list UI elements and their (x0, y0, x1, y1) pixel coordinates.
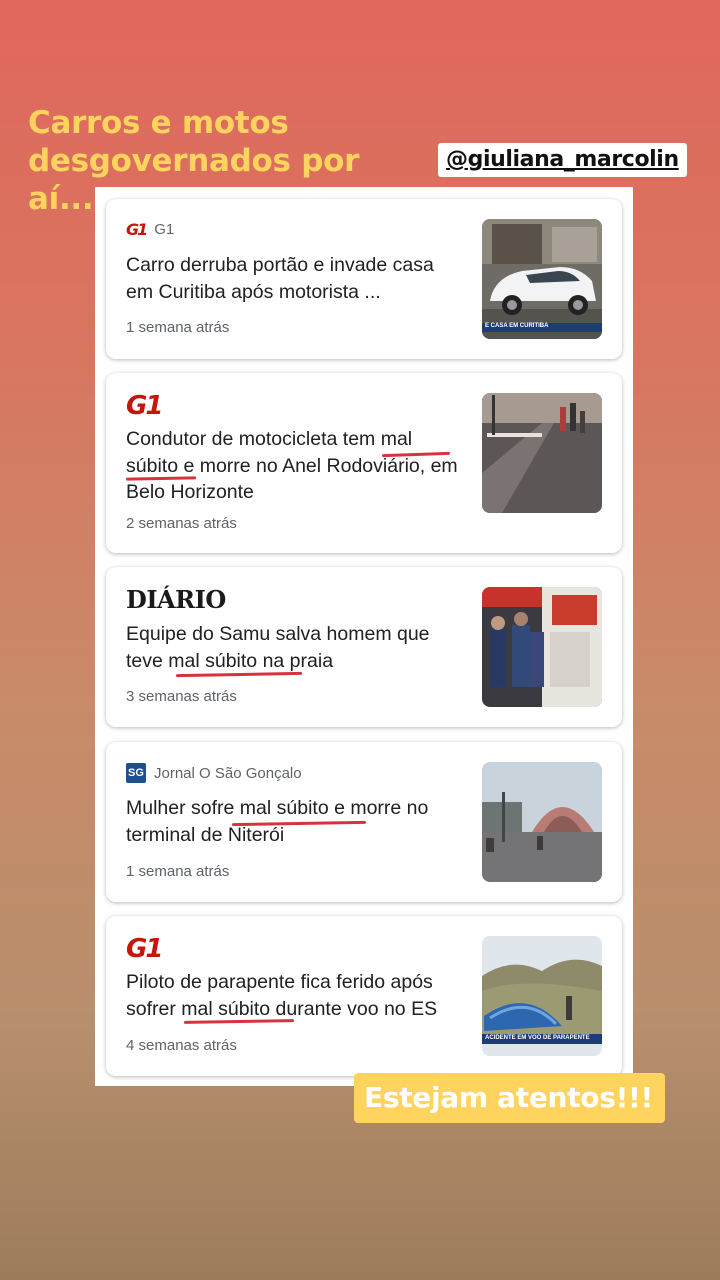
news-headline[interactable]: Equipe do Samu salva homem que teve mal … (126, 621, 466, 674)
user-mention-tag[interactable]: @giuliana_marcolin (438, 143, 687, 177)
news-thumbnail[interactable] (482, 393, 602, 513)
news-thumbnail[interactable]: ACIDENTE EM VOO DE PARAPENTE (482, 936, 602, 1056)
news-headline[interactable]: Carro derruba portão e invade casa em Cu… (126, 252, 466, 305)
thumb-caption: ACIDENTE EM VOO DE PARAPENTE (485, 1035, 590, 1041)
g1-logo: G1 (126, 934, 163, 964)
news-time: 2 semanas atrás (126, 515, 237, 532)
g1-logo: G1 (126, 220, 148, 239)
news-time: 1 semana atrás (126, 319, 230, 336)
news-card[interactable]: SG Jornal O São Gonçalo Mulher sofre mal… (106, 742, 622, 902)
news-source: G1 (126, 934, 163, 964)
news-card[interactable]: DIÁRIO Equipe do Samu salva homem que te… (106, 567, 622, 727)
news-source: DIÁRIO (126, 585, 226, 614)
diario-logo: DIÁRIO (126, 585, 226, 614)
news-thumbnail[interactable] (482, 587, 602, 707)
sg-logo: SG (126, 763, 146, 783)
ambulance-crew-photo-icon (482, 587, 602, 707)
news-thumbnail[interactable]: E CASA EM CURITIBA (482, 219, 602, 339)
thumb-caption: E CASA EM CURITIBA (485, 323, 549, 329)
news-headline[interactable]: Piloto de parapente fica ferido após sof… (126, 969, 466, 1022)
news-card[interactable]: G1 G1 Carro derruba portão e invade casa… (106, 199, 622, 359)
bus-terminal-photo-icon (482, 762, 602, 882)
news-card[interactable]: G1 Piloto de parapente fica ferido após … (106, 916, 622, 1076)
news-source: G1 (126, 391, 163, 421)
story-cta-text: Estejam atentos!!! (354, 1073, 665, 1123)
news-time: 1 semana atrás (126, 863, 230, 880)
news-results-panel: G1 G1 Carro derruba portão e invade casa… (95, 187, 633, 1086)
highlight-underline (183, 1019, 295, 1024)
news-source: G1 G1 (126, 220, 174, 239)
car-photo-icon (482, 219, 602, 339)
g1-logo: G1 (126, 391, 163, 421)
news-time: 4 semanas atrás (126, 1037, 237, 1054)
news-card[interactable]: G1 Condutor de motocicleta tem mal súbit… (106, 373, 622, 553)
news-headline[interactable]: Condutor de motocicleta tem mal súbito e… (126, 426, 466, 506)
story-screen: { "caption": "Carros e motos desgovernad… (0, 0, 720, 1280)
news-source: SG Jornal O São Gonçalo (126, 763, 302, 783)
source-name: G1 (154, 221, 175, 238)
news-time: 3 semanas atrás (126, 688, 237, 705)
source-name: Jornal O São Gonçalo (154, 764, 302, 782)
road-accident-photo-icon (482, 393, 602, 513)
news-thumbnail[interactable] (482, 762, 602, 882)
